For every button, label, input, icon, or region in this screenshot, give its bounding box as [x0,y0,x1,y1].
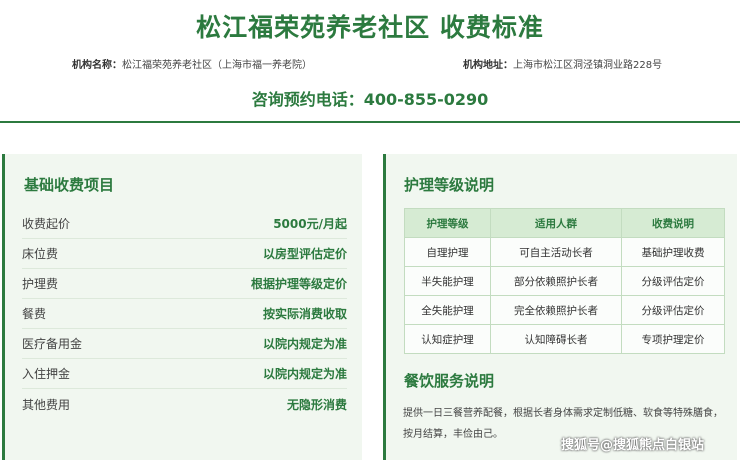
fee-value: 以院内规定为准 [262,337,347,351]
table-cell: 认知症护理 [404,324,491,354]
fee-row: 床位费 以房型评估定价 [22,239,347,269]
table-cell: 全失能护理 [404,295,491,325]
fee-row: 护理费 根据护理等级定价 [22,269,347,299]
table-row: 全失能护理 完全依赖照护长者 分级评估定价 [404,295,725,325]
fee-row: 收费起价 5000元/月起 [22,209,347,239]
table-row: 认知症护理 认知障碍长者 专项护理定价 [404,324,725,354]
fee-row: 餐费 按实际消费收取 [22,299,347,329]
fee-value: 无隐形消费 [286,397,347,412]
fee-label: 收费起价 [22,217,71,231]
care-levels-table: 护理等级 适用人群 收费说明 自理护理 可自主活动长者 基础护理收费 半失能护理… [404,208,725,354]
fee-label: 医疗备用金 [22,337,83,351]
phone-label: 咨询预约电话： [251,90,364,109]
fee-row: 医疗备用金 以院内规定为准 [22,329,347,359]
table-cell: 半失能护理 [404,266,491,296]
table-cell: 基础护理收费 [621,237,725,267]
table-cell: 分级评估定价 [621,295,725,325]
org-address-label: 机构地址： [463,60,513,71]
page-title: 松江福荣苑养老社区 收费标准 [196,13,544,42]
fee-label: 入住押金 [22,367,71,381]
fee-value: 5000元/月起 [273,217,347,231]
fee-value: 以房型评估定价 [262,247,347,261]
diet-title: 餐饮服务说明 [404,372,495,390]
header: 松江福荣苑养老社区 收费标准 机构名称：松江福荣苑养老社区（上海市福一养老院） … [0,0,740,123]
fee-label: 护理费 [22,277,59,291]
org-name: 松江福荣苑养老社区（上海市福一养老院） [122,60,312,71]
org-name-label: 机构名称： [72,60,122,71]
table-cell: 分级评估定价 [621,266,725,296]
basic-fees-title: 基础收费项目 [24,176,115,194]
care-levels-title: 护理等级说明 [404,176,495,194]
fee-row: 其他费用 无隐形消费 [22,389,347,419]
fee-value: 按实际消费收取 [262,307,347,321]
column-header: 适用人群 [490,208,622,238]
fee-value: 以院内规定为准 [262,367,347,381]
org-name-info: 机构名称：松江福荣苑养老社区（上海市福一养老院） [72,56,312,71]
table-cell: 完全依赖照护长者 [490,295,622,325]
fee-label: 床位费 [22,247,59,261]
fee-label: 餐费 [22,307,47,321]
column-header: 收费说明 [621,208,725,238]
table-cell: 部分依赖照护长者 [490,266,622,296]
column-header: 护理等级 [404,208,491,238]
table-cell: 可自主活动长者 [490,237,622,267]
basic-fees-panel: 基础收费项目 收费起价 5000元/月起 床位费 以房型评估定价 护理费 根据护… [2,154,362,460]
table-row: 半失能护理 部分依赖照护长者 分级评估定价 [404,266,725,296]
table-header-row: 护理等级 适用人群 收费说明 [404,208,725,238]
table-row: 自理护理 可自主活动长者 基础护理收费 [404,237,725,267]
table-cell: 自理护理 [404,237,491,267]
phone-number: 400-855-0290 [363,90,489,109]
watermark: 搜狐号@搜狐熊点白银站 [561,438,705,453]
table-cell: 专项护理定价 [621,324,725,354]
org-address-info: 机构地址：上海市松江区洞泾镇洞业路228号 [463,56,662,71]
header-divider [0,121,740,123]
phone-line: 咨询预约电话：400-855-0290 [0,86,740,110]
table-cell: 认知障碍长者 [490,324,622,354]
org-address: 上海市松江区洞泾镇洞业路228号 [513,60,663,71]
fee-row: 入住押金 以院内规定为准 [22,359,347,389]
fee-list: 收费起价 5000元/月起 床位费 以房型评估定价 护理费 根据护理等级定价 餐… [22,209,347,419]
care-levels-panel: 护理等级说明 护理等级 适用人群 收费说明 自理护理 可自主活动长者 基础护理收… [383,154,737,460]
fee-value: 根据护理等级定价 [250,277,347,291]
fee-label: 其他费用 [22,397,71,412]
